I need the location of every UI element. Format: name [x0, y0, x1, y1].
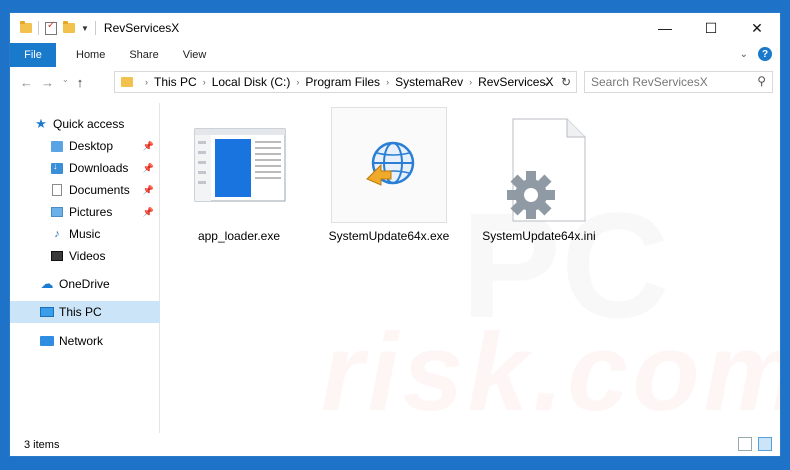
expand-ribbon-icon[interactable]: ⌄	[740, 49, 748, 60]
chevron-right-icon[interactable]: ›	[469, 77, 472, 87]
close-button[interactable]: ✕	[734, 13, 780, 43]
globe-arrow-icon	[366, 141, 415, 186]
ribbon-tabs: File Home Share View ⌄ ?	[10, 43, 780, 67]
customize-dropdown-icon[interactable]: ▼	[81, 24, 89, 33]
forward-arrow-icon[interactable]: →	[41, 75, 54, 90]
window-title: RevServicesX	[103, 21, 180, 35]
pin-icon[interactable]: 📌	[143, 207, 154, 218]
network-icon	[40, 336, 54, 346]
sidebar-item-music[interactable]: ♪ Music	[10, 223, 160, 245]
new-folder-icon[interactable]	[63, 21, 75, 33]
file-name: app_loader.exe	[197, 229, 281, 243]
tab-view[interactable]: View	[171, 49, 219, 61]
pin-icon[interactable]: 📌	[143, 163, 154, 174]
address-row: ← → ⌄ ↑ › This PC › Local Disk (C:) › Pr…	[10, 69, 780, 95]
minimize-button[interactable]: —	[642, 13, 688, 43]
navigation-buttons: ← → ⌄ ↑	[10, 75, 112, 90]
refresh-icon[interactable]: ↻	[556, 75, 576, 89]
address-bar[interactable]: › This PC › Local Disk (C:) › Program Fi…	[114, 71, 577, 93]
sidebar-item-pictures[interactable]: Pictures 📌	[10, 201, 160, 223]
folder-icon	[121, 77, 133, 87]
file-item[interactable]: SystemUpdate64x.ini	[481, 107, 597, 257]
desktop-folder-icon	[51, 140, 63, 152]
tab-file[interactable]: File	[10, 43, 56, 67]
window-controls: — ☐ ✕	[642, 13, 780, 43]
file-name: SystemUpdate64x.exe	[328, 229, 450, 243]
navigation-pane: ★ Quick access Desktop 📌 Downloads 📌 Doc…	[10, 103, 160, 433]
explorer-window: ▼ RevServicesX — ☐ ✕ File Home Share Vie…	[9, 12, 781, 457]
computer-icon	[40, 307, 54, 317]
chevron-right-icon[interactable]: ›	[386, 77, 389, 87]
tab-share[interactable]: Share	[117, 49, 170, 61]
file-item-selected[interactable]: SystemUpdate64x.exe	[329, 107, 449, 257]
sidebar-item-downloads[interactable]: Downloads 📌	[10, 157, 160, 179]
quick-access-toolbar: ▼	[10, 20, 96, 35]
cloud-icon: ☁	[40, 276, 54, 291]
sidebar-item-videos[interactable]: Videos	[10, 245, 160, 267]
status-bar: 3 items	[10, 433, 780, 456]
music-icon: ♪	[54, 228, 60, 240]
title-bar: ▼ RevServicesX — ☐ ✕	[10, 13, 780, 43]
chevron-right-icon[interactable]: ›	[296, 77, 299, 87]
file-name: SystemUpdate64x.ini	[482, 229, 596, 243]
breadcrumb-systemarev[interactable]: SystemaRev	[395, 75, 463, 89]
sidebar-item-documents[interactable]: Documents 📌	[10, 179, 160, 201]
documents-icon	[52, 184, 62, 196]
help-icon[interactable]: ?	[758, 47, 772, 61]
breadcrumb-program-files[interactable]: Program Files	[305, 75, 380, 89]
up-arrow-icon[interactable]: ↑	[77, 75, 84, 90]
pin-icon[interactable]: 📌	[143, 141, 154, 152]
sidebar-item-this-pc[interactable]: This PC	[10, 301, 160, 323]
downloads-icon	[51, 161, 63, 174]
watermark: risk.com	[321, 311, 781, 434]
chevron-right-icon[interactable]: ›	[203, 77, 206, 87]
breadcrumb-local-disk[interactable]: Local Disk (C:)	[212, 75, 291, 89]
folder-icon	[20, 21, 32, 33]
tab-home[interactable]: Home	[56, 49, 117, 61]
search-input[interactable]: Search RevServicesX ⚲	[584, 71, 773, 93]
pictures-icon	[51, 207, 63, 217]
chevron-right-icon[interactable]: ›	[145, 77, 148, 87]
app-window-icon	[194, 128, 286, 202]
sidebar-item-quick-access[interactable]: ★ Quick access	[10, 113, 160, 135]
search-placeholder: Search RevServicesX	[591, 75, 708, 89]
sidebar-item-onedrive[interactable]: ☁ OneDrive	[10, 273, 160, 295]
large-icons-view-icon[interactable]	[758, 437, 772, 451]
pin-icon[interactable]: 📌	[143, 185, 154, 196]
file-list: PC risk.com app_loader.exe SystemUpdate6…	[161, 99, 781, 434]
videos-icon	[51, 251, 63, 261]
file-item[interactable]: app_loader.exe	[181, 107, 297, 257]
item-count: 3 items	[24, 439, 60, 451]
sidebar-item-desktop[interactable]: Desktop 📌	[10, 135, 160, 157]
gear-file-icon	[507, 118, 586, 222]
properties-icon[interactable]	[45, 20, 57, 35]
recent-dropdown-icon[interactable]: ⌄	[62, 75, 69, 90]
view-toggle	[738, 437, 772, 451]
address-dropdown-icon[interactable]: ⌄	[536, 77, 556, 88]
star-icon: ★	[35, 116, 47, 131]
breadcrumb-this-pc[interactable]: This PC	[154, 75, 197, 89]
back-arrow-icon[interactable]: ←	[20, 75, 33, 90]
maximize-button[interactable]: ☐	[688, 13, 734, 43]
details-view-icon[interactable]	[738, 437, 752, 451]
sidebar-item-network[interactable]: Network	[10, 330, 160, 352]
search-icon[interactable]: ⚲	[757, 74, 766, 88]
